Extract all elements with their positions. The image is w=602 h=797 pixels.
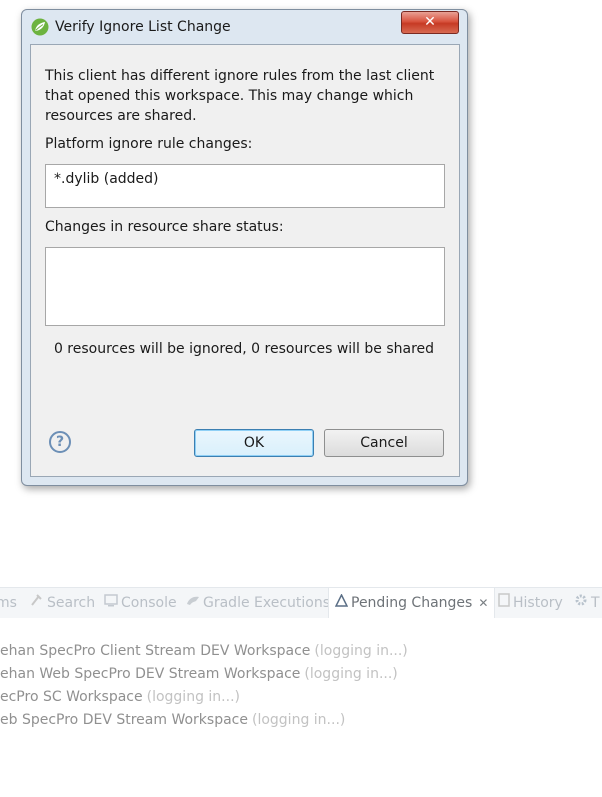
tab-label: Search xyxy=(47,595,96,611)
tab-overflow[interactable]: T xyxy=(574,588,600,618)
tab-problems[interactable]: ms xyxy=(0,588,17,618)
workspace-status: (logging in...) xyxy=(251,712,346,728)
list-item[interactable]: ehan SpecPro Client Stream DEV Workspace… xyxy=(0,640,408,662)
tab-gradle-executions[interactable]: Gradle Executions xyxy=(186,588,330,618)
console-icon xyxy=(104,588,118,618)
spring-leaf-icon xyxy=(31,18,49,36)
workspace-status: (logging in...) xyxy=(146,689,240,705)
tab-pending-changes[interactable]: Pending Changes ✕ xyxy=(328,588,496,618)
workspace-status: (logging in...) xyxy=(304,666,398,682)
close-icon: ✕ xyxy=(424,14,436,30)
platform-changes-label: Platform ignore rule changes: xyxy=(45,136,253,152)
dialog-message: This client has different ignore rules f… xyxy=(45,68,435,124)
share-status-label: Changes in resource share status: xyxy=(45,219,284,235)
view-tab-bar: ms Search Console Gradle Executions Pend… xyxy=(0,587,602,618)
workspace-name: ecPro SC Workspace xyxy=(0,689,143,705)
tab-label: ms xyxy=(0,595,17,611)
tab-label: Gradle Executions xyxy=(203,595,331,611)
dialog-titlebar[interactable]: Verify Ignore List Change ✕ xyxy=(22,10,467,44)
tab-history[interactable]: History xyxy=(498,588,563,618)
share-status-list[interactable] xyxy=(45,247,445,326)
platform-changes-list[interactable]: *.dylib (added) xyxy=(45,164,445,208)
pending-changes-icon xyxy=(334,588,349,618)
help-glyph: ? xyxy=(55,434,65,450)
gradle-icon xyxy=(186,588,200,618)
workspace-name: ehan SpecPro Client Stream DEV Workspace xyxy=(0,643,311,659)
cancel-button-label: Cancel xyxy=(360,435,408,451)
gear-icon xyxy=(574,588,588,618)
tab-label: Pending Changes xyxy=(351,595,473,611)
summary-text: 0 resources will be ignored, 0 resources… xyxy=(53,341,435,357)
tab-search[interactable]: Search xyxy=(30,588,95,618)
tab-label: Console xyxy=(121,595,177,611)
list-item[interactable]: ehan Web SpecPro DEV Stream Workspace (lo… xyxy=(0,663,398,685)
close-button[interactable]: ✕ xyxy=(401,11,459,34)
dialog-title: Verify Ignore List Change xyxy=(55,19,231,35)
workspace-status: (logging in...) xyxy=(314,643,408,659)
history-icon xyxy=(498,588,510,618)
help-icon[interactable]: ? xyxy=(49,431,71,453)
verify-ignore-list-dialog: Verify Ignore List Change ✕ This client … xyxy=(21,9,468,486)
dialog-content: This client has different ignore rules f… xyxy=(30,44,460,477)
search-icon xyxy=(30,588,44,618)
workspace-name: ehan Web SpecPro DEV Stream Workspace xyxy=(0,666,301,682)
list-item[interactable]: eb SpecPro DEV Stream Workspace (logging … xyxy=(0,709,345,731)
list-item[interactable]: ecPro SC Workspace (logging in...) xyxy=(0,686,240,708)
ok-button-label: OK xyxy=(243,435,265,451)
list-item[interactable]: *.dylib (added) xyxy=(46,165,444,193)
tab-label: T xyxy=(591,595,600,611)
cancel-button[interactable]: Cancel xyxy=(324,429,444,457)
workspace-name: eb SpecPro DEV Stream Workspace xyxy=(0,712,248,728)
tab-console[interactable]: Console xyxy=(104,588,177,618)
close-tab-icon[interactable]: ✕ xyxy=(478,596,488,610)
tab-label: History xyxy=(513,595,563,611)
ok-button[interactable]: OK xyxy=(194,429,314,457)
